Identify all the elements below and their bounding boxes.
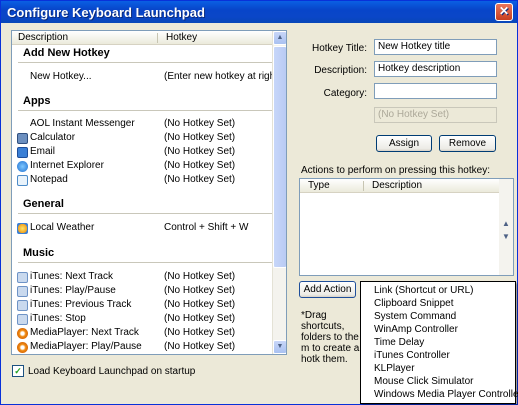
menu-item-wmp-controller[interactable]: Windows Media Player Controller (374, 389, 518, 400)
section-apps: Apps (23, 95, 51, 107)
column-header-type[interactable]: Type (308, 180, 330, 191)
hotkey-capture-field[interactable]: (No Hotkey Set) (374, 107, 497, 123)
menu-item-itunes-controller[interactable]: iTunes Controller (374, 350, 450, 361)
list-item[interactable]: Calculator (No Hotkey Set) (12, 132, 274, 145)
list-item[interactable]: Local Weather Control + Shift + W (12, 222, 274, 235)
drag-hint-text: *Drag shortcuts, folders to the m to cre… (301, 310, 360, 365)
menu-item-winamp-controller[interactable]: WinAmp Controller (374, 324, 458, 335)
hotkey-title-field[interactable]: New Hotkey title (374, 39, 497, 55)
add-action-button[interactable]: Add Action (299, 281, 356, 298)
scroll-up-button[interactable]: ▲ (273, 31, 286, 45)
list-item[interactable]: MediaPlayer: Next Track (No Hotkey Set) (12, 327, 274, 340)
list-item[interactable]: iTunes: Next Track (No Hotkey Set) (12, 271, 274, 284)
load-on-startup-label: Load Keyboard Launchpad on startup (28, 365, 196, 377)
actions-label: Actions to perform on pressing this hotk… (301, 165, 490, 176)
description-label: Description: (314, 65, 367, 76)
load-on-startup-checkbox[interactable]: ✓ Load Keyboard Launchpad on startup (12, 365, 195, 377)
itunes-icon (17, 300, 28, 311)
checkmark-icon: ✓ (12, 365, 24, 377)
hotkey-list-scrollbar[interactable]: ▲ ▼ (272, 31, 286, 354)
mediaplayer-icon (17, 328, 28, 339)
hotkey-list-body: Add New Hotkey New Hotkey... (Enter new … (12, 46, 281, 354)
assign-button[interactable]: Assign (376, 135, 432, 152)
scroll-down-button[interactable]: ▼ (273, 340, 286, 354)
close-button[interactable]: ✕ (495, 3, 513, 21)
menu-item-link[interactable]: Link (Shortcut or URL) (374, 285, 473, 296)
actions-list[interactable]: Type Description ▲ ▼ (299, 178, 514, 276)
list-item[interactable]: Email (No Hotkey Set) (12, 146, 274, 159)
mediaplayer-icon (17, 342, 28, 353)
actions-list-scrollbar[interactable]: ▲ ▼ (499, 179, 513, 275)
section-add-new-hotkey: Add New Hotkey (23, 47, 110, 59)
category-field[interactable] (374, 83, 497, 99)
menu-item-mouse-click-simulator[interactable]: Mouse Click Simulator (374, 376, 473, 387)
calculator-icon (17, 133, 28, 144)
list-item[interactable]: iTunes: Play/Pause (No Hotkey Set) (12, 285, 274, 298)
menu-item-klplayer[interactable]: KLPlayer (374, 363, 415, 374)
list-item[interactable]: Internet Explorer (No Hotkey Set) (12, 160, 274, 173)
menu-item-clipboard-snippet[interactable]: Clipboard Snippet (374, 298, 454, 309)
add-action-menu: Link (Shortcut or URL) Clipboard Snippet… (360, 281, 518, 404)
hotkey-list-header: Description Hotkey (12, 31, 272, 45)
list-item[interactable]: Notepad (No Hotkey Set) (12, 174, 274, 187)
window-title: Configure Keyboard Launchpad (7, 4, 205, 20)
scroll-down-arrow-icon[interactable]: ▼ (500, 232, 512, 241)
list-item[interactable]: AOL Instant Messenger (No Hotkey Set) (12, 118, 274, 131)
itunes-icon (17, 272, 28, 283)
scroll-thumb[interactable] (273, 46, 286, 268)
column-header-description[interactable]: Description (18, 32, 68, 43)
email-icon (17, 147, 28, 158)
list-item[interactable]: MediaPlayer: Play/Pause (No Hotkey Set) (12, 341, 274, 354)
section-general: General (23, 198, 64, 210)
scroll-up-arrow-icon[interactable]: ▲ (500, 219, 512, 228)
column-header-hotkey[interactable]: Hotkey (166, 32, 197, 43)
hotkey-title-label: Hotkey Title: (311, 43, 367, 54)
list-item[interactable]: New Hotkey... (Enter new hotkey at right… (12, 71, 281, 84)
menu-item-system-command[interactable]: System Command (374, 311, 456, 322)
configure-window: Configure Keyboard Launchpad ✕ Descripti… (0, 0, 518, 405)
remove-button[interactable]: Remove (439, 135, 496, 152)
close-icon: ✕ (498, 4, 510, 18)
section-music: Music (23, 247, 55, 259)
actions-list-header: Type Description (300, 179, 500, 193)
notepad-icon (17, 175, 28, 186)
itunes-icon (17, 286, 28, 297)
list-item[interactable]: iTunes: Stop (No Hotkey Set) (12, 313, 274, 326)
menu-item-time-delay[interactable]: Time Delay (374, 337, 424, 348)
internet-explorer-icon (17, 161, 28, 172)
column-header-action-description[interactable]: Description (372, 180, 422, 191)
list-item[interactable]: iTunes: Previous Track (No Hotkey Set) (12, 299, 274, 312)
hotkey-list[interactable]: Description Hotkey Add New Hotkey New Ho… (11, 30, 287, 355)
title-bar: Configure Keyboard Launchpad ✕ (1, 1, 517, 23)
category-label: Category: (323, 88, 367, 99)
itunes-icon (17, 314, 28, 325)
description-field[interactable]: Hotkey description (374, 61, 497, 77)
weather-icon (17, 223, 28, 234)
